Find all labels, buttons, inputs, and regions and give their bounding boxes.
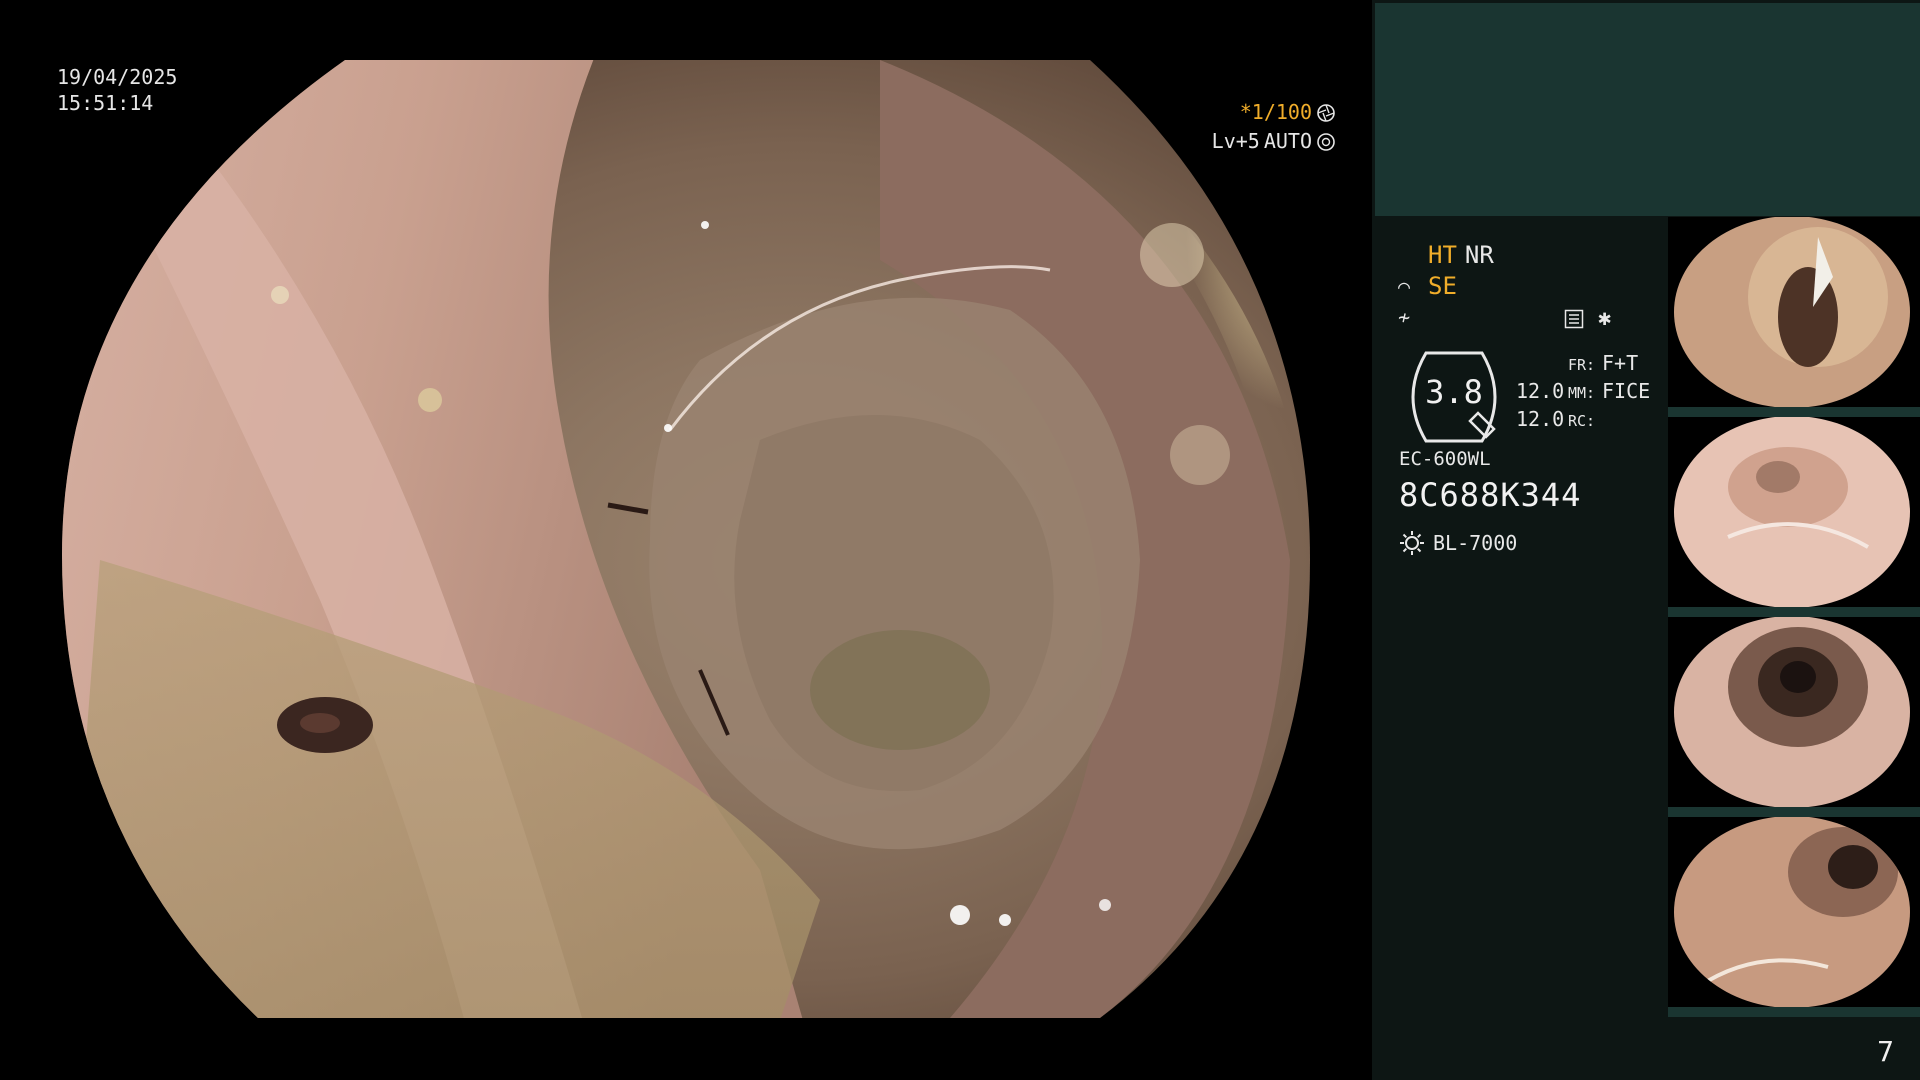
structure-enhance-icon: ⌒	[1398, 274, 1411, 298]
thumbnail-4[interactable]	[1668, 817, 1920, 1017]
date-text: 19/04/2025	[57, 65, 178, 89]
endoscope-image	[62, 60, 1310, 1018]
se-line: ⌒ SE	[1398, 271, 1494, 302]
color-enhance-icon: ≁	[1398, 305, 1411, 329]
shutter-row: *1/100	[1212, 98, 1336, 127]
mm-mode: FICE	[1602, 379, 1651, 403]
light-bulb-icon	[1400, 531, 1424, 555]
mm-label: MM:	[1568, 384, 1596, 402]
color-line: ≁	[1398, 302, 1494, 333]
light-source: BL-7000	[1399, 530, 1517, 556]
rc-value: 12.0	[1516, 407, 1565, 431]
thumbnail-3[interactable]	[1668, 617, 1920, 817]
captured-thumbnails	[1668, 217, 1920, 1017]
header-band	[1375, 3, 1920, 216]
thumbnail-2[interactable]	[1668, 417, 1920, 617]
endoscope-view: 19/04/2025 15:51:14 *1/100 Lv+5 AUTO	[0, 0, 1372, 1080]
light-source-label: BL-7000	[1433, 531, 1518, 555]
ht-label: HT	[1428, 241, 1457, 269]
nr-label: NR	[1464, 241, 1494, 269]
fr-value: F+T	[1602, 351, 1639, 375]
settings-list-icon	[1564, 309, 1584, 328]
date-time-overlay: 19/04/2025 15:51:14	[57, 64, 177, 116]
fr-row: FR: F+T	[1516, 350, 1650, 378]
mm-value: 12.0	[1516, 379, 1565, 403]
se-label: SE	[1428, 272, 1457, 300]
processing-params: FR: F+T 12.0 MM: FICE 12.0 RC:	[1516, 350, 1650, 434]
thumbnail-1[interactable]	[1668, 217, 1920, 417]
brightness-level: Lv+5	[1211, 129, 1260, 153]
auto-mode: AUTO	[1263, 129, 1312, 153]
shutter-speed: *1/100	[1239, 100, 1312, 124]
scope-serial: 8C688K344	[1399, 476, 1582, 514]
asterisk-icon: ✱	[1598, 306, 1612, 331]
rc-row: 12.0 RC:	[1516, 406, 1650, 434]
time-text: 15:51:14	[57, 91, 154, 115]
scope-model: EC-600WL	[1399, 448, 1491, 470]
level-row: Lv+5 AUTO	[1212, 127, 1336, 156]
fr-label: FR:	[1568, 356, 1596, 374]
camera-settings-overlay: *1/100 Lv+5 AUTO	[1212, 98, 1336, 156]
iris-icon	[1317, 103, 1335, 122]
aperture-icon	[1317, 132, 1335, 151]
mid-status-icons: ✱	[1564, 306, 1611, 331]
page-number: 7	[1877, 1035, 1894, 1068]
ht-nr-line: HT NR	[1398, 240, 1494, 271]
image-mode-status: HT NR ⌒ SE ≁	[1398, 240, 1494, 333]
zoom-value: 3.8	[1425, 373, 1483, 411]
rc-label: RC:	[1568, 412, 1596, 430]
mm-row: 12.0 MM: FICE	[1516, 378, 1650, 406]
endoscopy-screen: 19/04/2025 15:51:14 *1/100 Lv+5 AUTO HT …	[0, 0, 1920, 1080]
